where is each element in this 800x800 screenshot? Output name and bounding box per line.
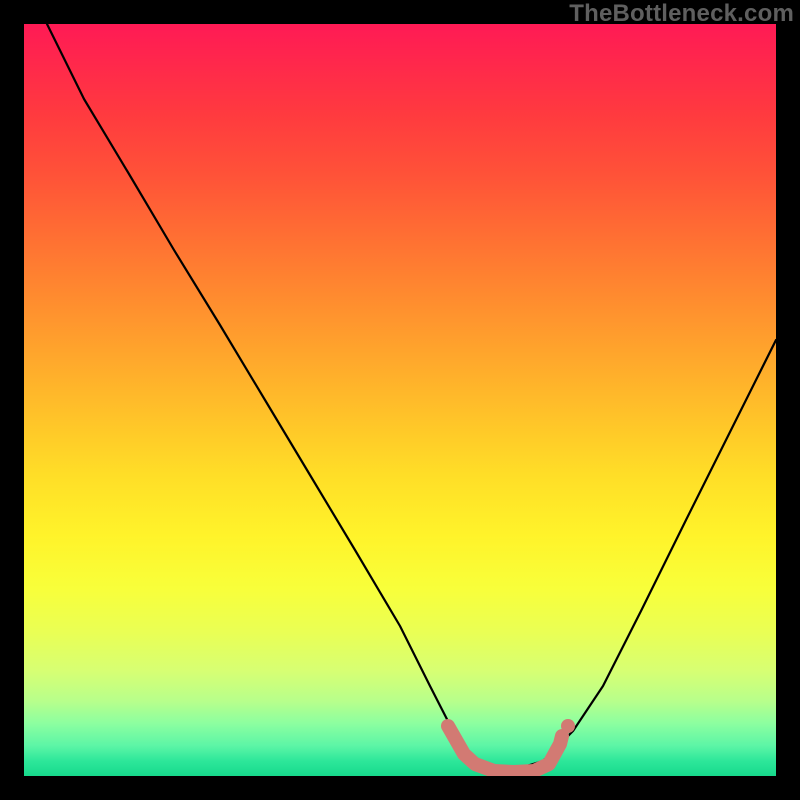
- highlight-end-dot: [561, 719, 575, 733]
- curve-layer: [24, 24, 776, 776]
- watermark-text: TheBottleneck.com: [569, 0, 794, 28]
- highlight-band-line: [448, 726, 562, 772]
- bottleneck-curve-line: [47, 24, 776, 768]
- plot-area: [24, 24, 776, 776]
- chart-frame: TheBottleneck.com: [0, 0, 800, 800]
